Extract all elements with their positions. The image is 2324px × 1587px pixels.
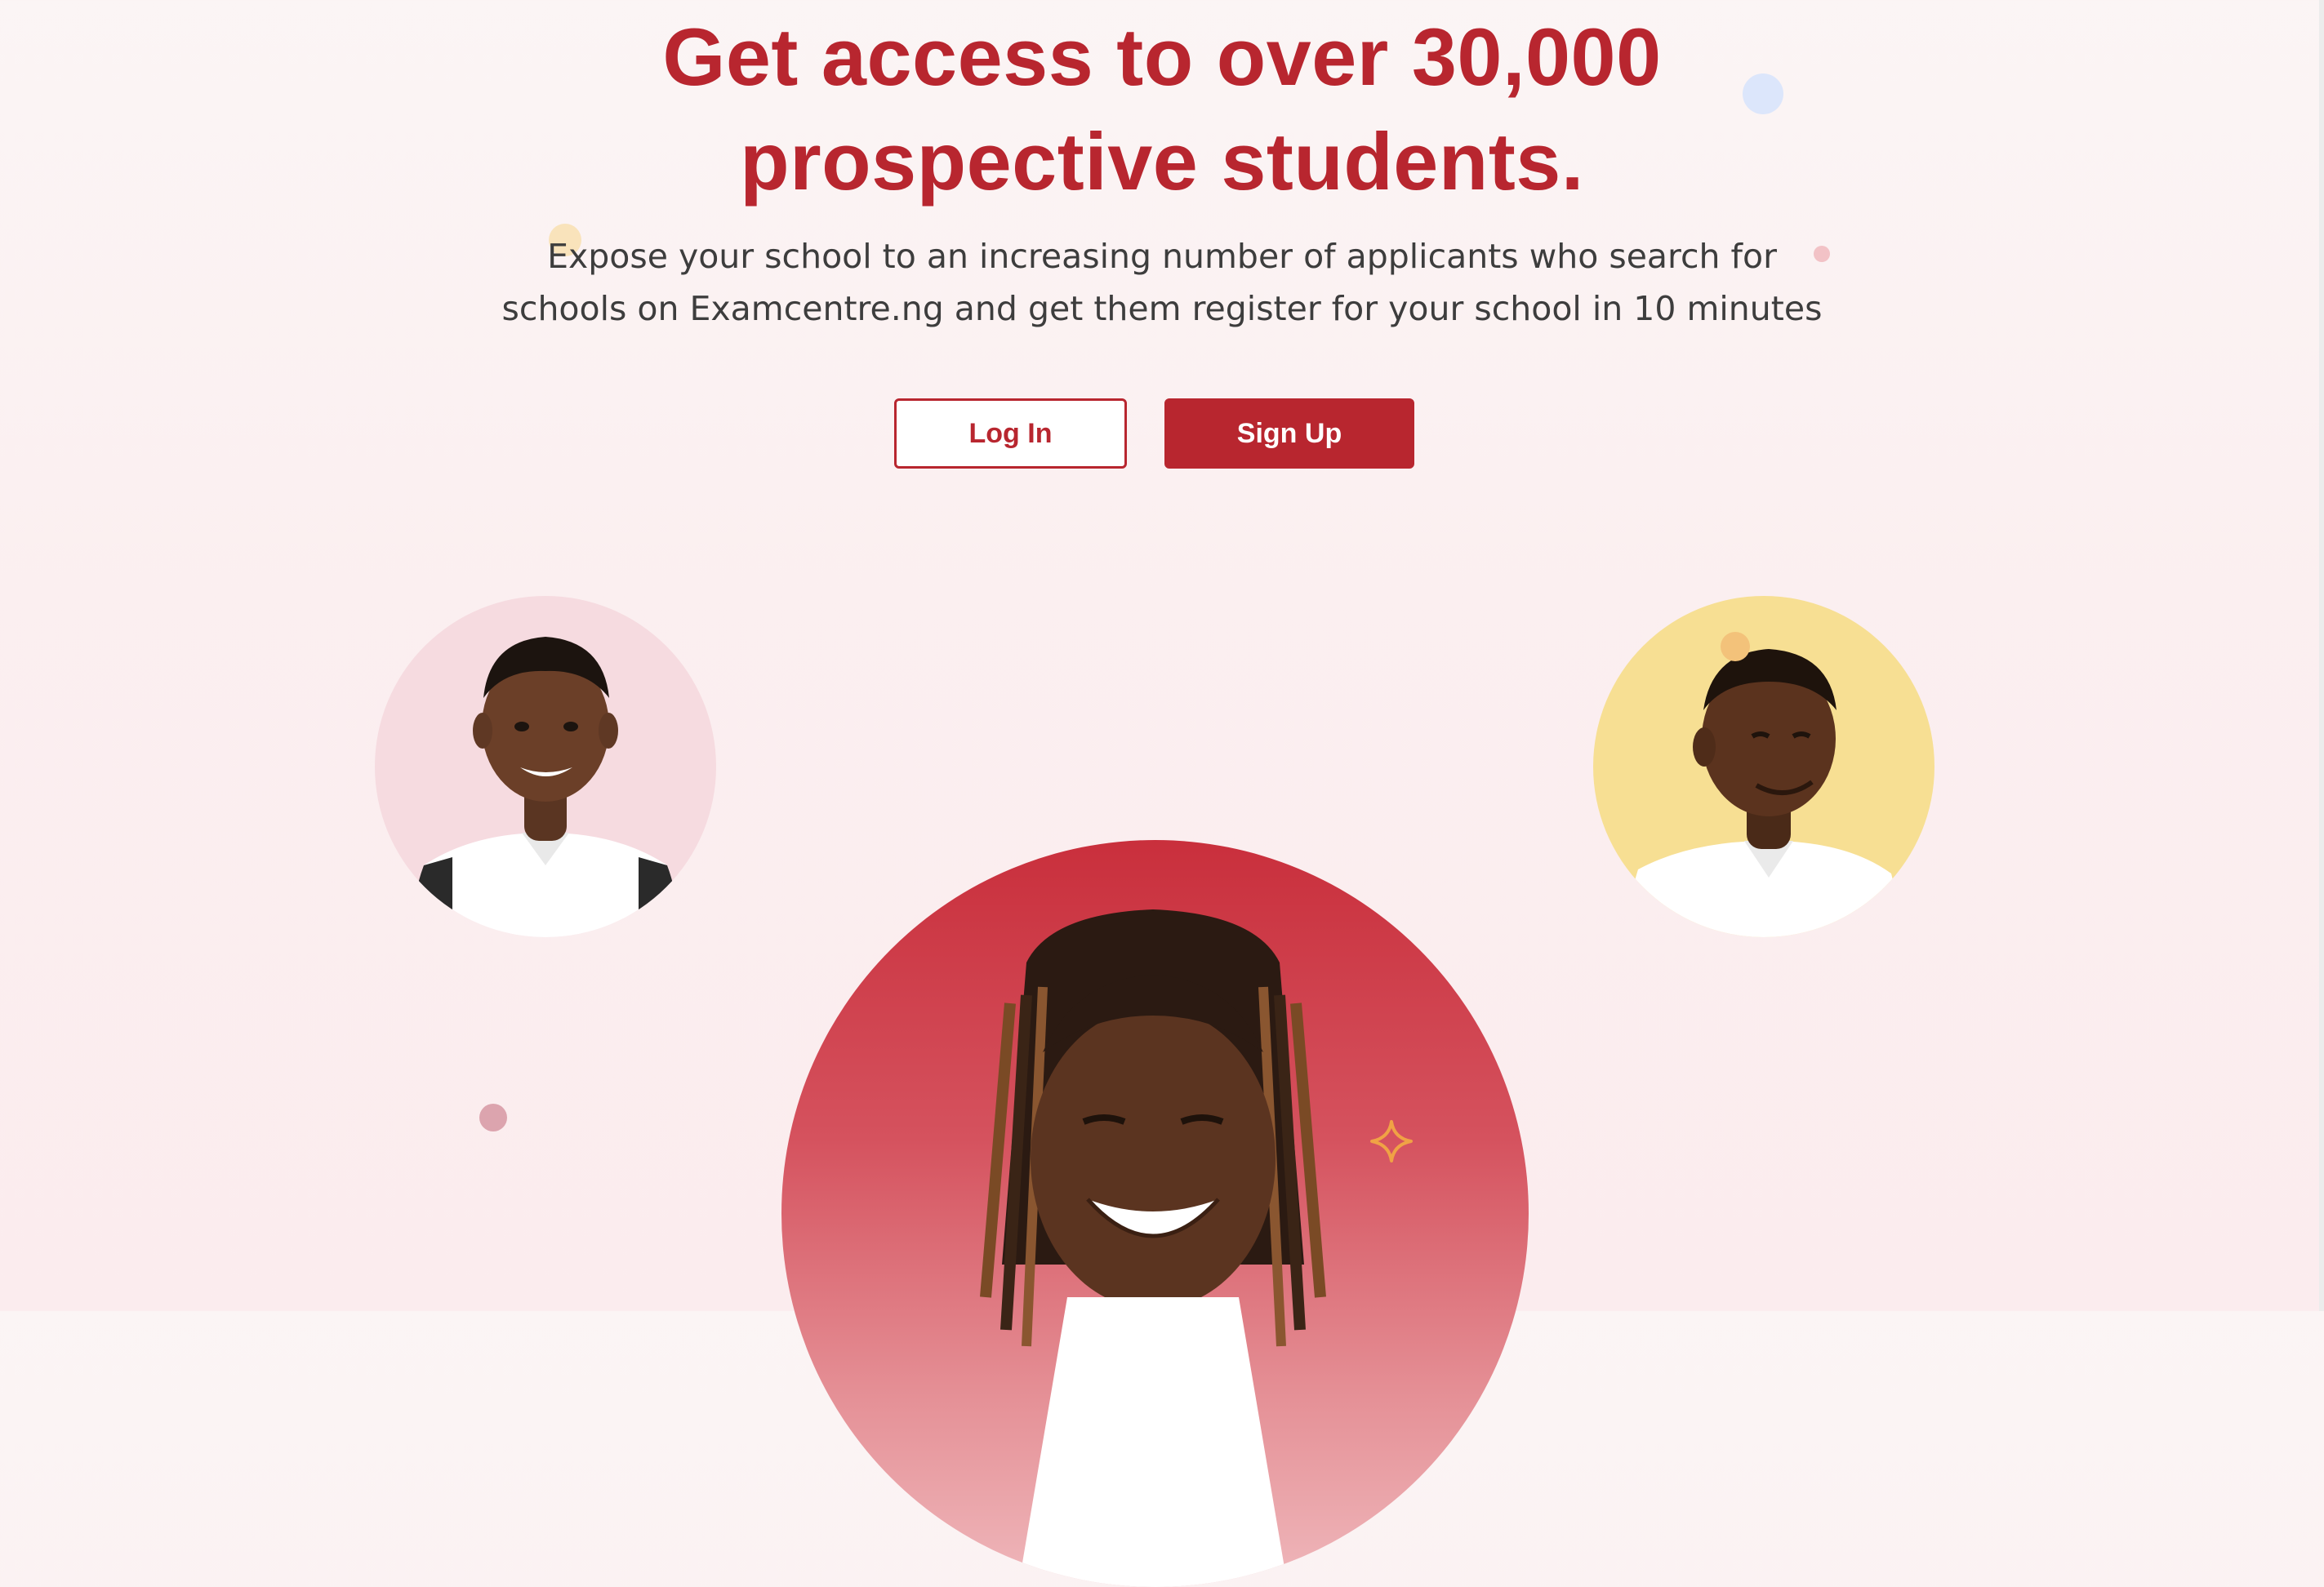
decor-dot-mauve — [479, 1104, 507, 1131]
hero-subtitle-line-2: schools on Examcentre.ng and get them re… — [501, 289, 1823, 328]
hero-title-line-2: prospective students. — [740, 116, 1584, 207]
hero-title: Get access to over 30,000 prospective st… — [0, 5, 2324, 214]
student-avatar-center — [781, 840, 1529, 1587]
hero-subtitle: Expose your school to an increasing numb… — [0, 230, 2324, 335]
student-avatar-left — [375, 596, 716, 937]
login-button[interactable]: Log In — [894, 398, 1127, 469]
hero-subtitle-line-1: Expose your school to an increasing numb… — [547, 237, 1777, 276]
decor-dot-orange — [1721, 632, 1750, 661]
signup-button[interactable]: Sign Up — [1164, 398, 1414, 469]
hero-title-line-1: Get access to over 30,000 — [662, 11, 1662, 102]
student-avatar-right — [1593, 596, 1934, 937]
student-photo-right — [1618, 649, 1908, 937]
sparkle-icon — [1370, 1120, 1413, 1162]
student-photo-center — [980, 909, 1326, 1587]
student-photo-left — [407, 637, 683, 937]
